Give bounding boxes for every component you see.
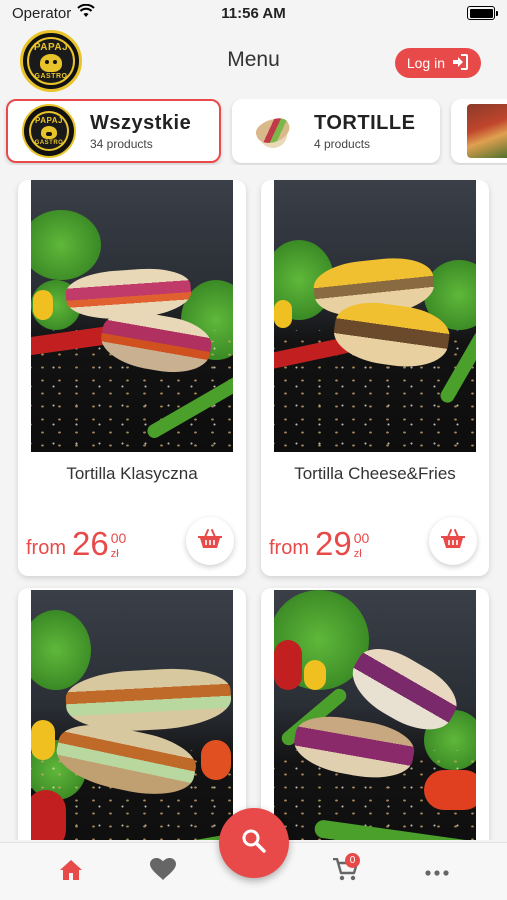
tab-more[interactable]	[422, 857, 452, 887]
home-icon	[59, 859, 83, 886]
category-thumb-tortilla	[246, 104, 300, 158]
basket-icon	[440, 528, 466, 555]
price-currency: zł	[110, 548, 119, 560]
cart-count-badge: 0	[345, 853, 360, 868]
login-arrow-icon	[451, 53, 469, 74]
price-currency: zł	[353, 548, 362, 560]
price-side: 00 zł	[111, 531, 127, 560]
category-count: 34 products	[90, 136, 153, 151]
product-image	[31, 180, 233, 452]
product-card[interactable]	[261, 588, 489, 840]
wifi-icon	[77, 3, 95, 22]
tab-cart[interactable]: 0	[330, 853, 360, 887]
carrier-label: Operator	[12, 4, 72, 22]
price-cents: 00	[353, 530, 370, 546]
status-bar: Operator 11:56 AM	[0, 0, 507, 26]
product-image	[274, 180, 476, 452]
product-grid: Tortilla Klasyczna from 26 00 zł Tortill…	[0, 180, 507, 840]
price-cents: 00	[110, 530, 127, 546]
category-count: 4 products	[314, 136, 371, 151]
category-text: Wszystkie 34 products	[90, 112, 191, 151]
product-card[interactable]	[18, 588, 246, 840]
price-main: 26	[72, 525, 109, 562]
price-side: 00 zł	[354, 531, 370, 560]
login-label: Log in	[406, 55, 445, 71]
product-card[interactable]: Tortilla Cheese&Fries from 29 00 zł	[261, 180, 489, 576]
battery-icon	[467, 6, 498, 20]
search-icon	[241, 828, 267, 859]
category-thumb-food	[467, 104, 507, 158]
price-main: 29	[315, 525, 352, 562]
category-text: TORTILLE 4 products	[314, 112, 415, 151]
tab-home[interactable]	[56, 857, 86, 887]
product-price: from 26 00 zł	[26, 527, 126, 560]
product-name: Tortilla Cheese&Fries	[294, 464, 456, 483]
logo-text-bottom: GASTRO	[34, 73, 68, 80]
product-image	[274, 590, 476, 840]
more-icon	[425, 863, 449, 881]
category-logo-text-bottom: GASTRO	[34, 140, 64, 146]
add-to-basket-button[interactable]	[429, 517, 477, 565]
category-bar: PAPAJ GASTRO Wszystkie 34 products TORTI…	[0, 99, 507, 165]
price-from-label: from	[269, 537, 309, 559]
price-from-label: from	[26, 537, 66, 559]
category-tortille[interactable]: TORTILLE 4 products	[232, 99, 440, 163]
status-left: Operator	[12, 3, 95, 22]
category-thumb-logo: PAPAJ GASTRO	[22, 104, 76, 158]
category-all[interactable]: PAPAJ GASTRO Wszystkie 34 products	[6, 99, 221, 163]
category-partial[interactable]	[451, 99, 507, 163]
category-logo-face-icon	[41, 126, 57, 139]
header: PAPAJ GASTRO Menu Log in	[0, 26, 507, 94]
product-card[interactable]: Tortilla Klasyczna from 26 00 zł	[18, 180, 246, 576]
search-button[interactable]	[219, 808, 289, 878]
heart-icon	[150, 858, 176, 886]
add-to-basket-button[interactable]	[186, 517, 234, 565]
category-logo-text-top: PAPAJ	[35, 116, 63, 125]
tab-favorites[interactable]	[148, 857, 178, 887]
product-name: Tortilla Klasyczna	[66, 464, 198, 483]
login-button[interactable]: Log in	[394, 48, 481, 78]
category-name: Wszystkie	[90, 111, 192, 134]
product-price: from 29 00 zł	[269, 527, 369, 560]
basket-icon	[197, 528, 223, 555]
product-image	[31, 590, 233, 840]
category-name: TORTILLE	[314, 111, 416, 134]
category-logo-emblem: PAPAJ GASTRO	[29, 111, 69, 151]
